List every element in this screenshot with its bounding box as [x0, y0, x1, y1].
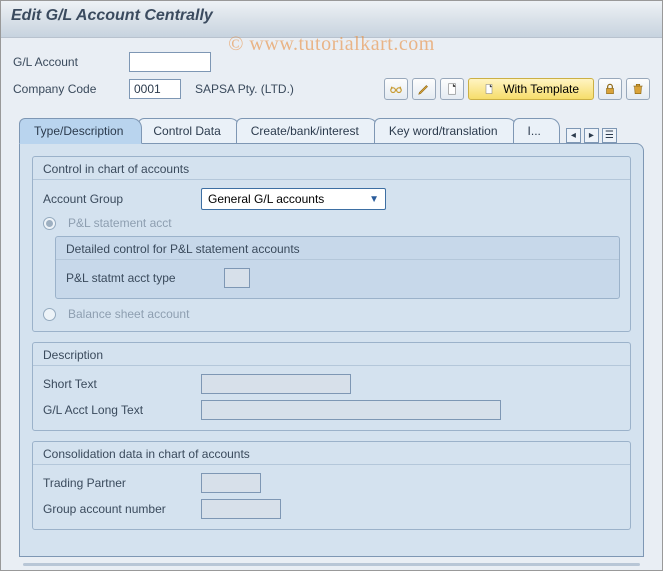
short-text-row: Short Text: [43, 374, 620, 394]
tab-nav: ◂ ▸ ☰: [566, 128, 617, 143]
balance-sheet-radio: [43, 308, 56, 321]
company-code-input[interactable]: [129, 79, 181, 99]
balance-sheet-radio-label: Balance sheet account: [68, 307, 189, 321]
group-control-chart-title: Control in chart of accounts: [33, 157, 630, 180]
page-icon: [483, 83, 495, 95]
chevron-right-icon: ▸: [589, 131, 594, 141]
group-description-content: Short Text G/L Acct Long Text: [33, 366, 630, 430]
delete-button[interactable]: [626, 78, 650, 100]
copy-button[interactable]: [440, 78, 464, 100]
page-title: Edit G/L Account Centrally: [11, 7, 652, 25]
tab-create-bank-interest[interactable]: Create/bank/interest: [236, 118, 378, 143]
tab-bar: Type/Description Control Data Create/ban…: [19, 118, 644, 143]
tab-next-button[interactable]: ▸: [584, 128, 599, 143]
chevron-down-icon: ▼: [369, 194, 379, 205]
tab-key-word-translation[interactable]: Key word/translation: [374, 118, 517, 143]
lock-icon: [603, 82, 617, 96]
balance-sheet-radio-row: Balance sheet account: [43, 307, 620, 321]
group-description: Description Short Text G/L Acct Long Tex…: [32, 342, 631, 431]
pencil-icon: [417, 82, 431, 96]
company-code-row: Company Code SAPSA Pty. (LTD.) With Temp…: [13, 78, 650, 100]
group-account-label: Group account number: [43, 502, 193, 516]
gl-account-row: G/L Account: [13, 52, 650, 72]
group-consolidation: Consolidation data in chart of accounts …: [32, 441, 631, 530]
short-text-label: Short Text: [43, 377, 193, 391]
trading-partner-row: Trading Partner: [43, 473, 620, 493]
lock-button[interactable]: [598, 78, 622, 100]
with-template-label: With Template: [503, 82, 579, 96]
titlebar: Edit G/L Account Centrally: [1, 1, 662, 38]
gl-account-input[interactable]: [129, 52, 211, 72]
group-control-chart: Control in chart of accounts Account Gro…: [32, 156, 631, 332]
long-text-input[interactable]: [201, 400, 501, 420]
chevron-left-icon: ◂: [571, 131, 576, 141]
gl-account-label: G/L Account: [13, 55, 123, 69]
tab-type-description[interactable]: Type/Description: [19, 118, 142, 144]
pl-statement-radio: [43, 217, 56, 230]
pl-type-label: P&L statmt acct type: [66, 271, 216, 285]
group-control-chart-content: Account Group General G/L accounts ▼ P&L…: [33, 180, 630, 331]
group-consolidation-content: Trading Partner Group account number: [33, 465, 630, 529]
pl-type-input: [224, 268, 250, 288]
account-group-label: Account Group: [43, 192, 193, 206]
tab-body: Control in chart of accounts Account Gro…: [19, 143, 644, 557]
trash-icon: [631, 82, 645, 96]
group-pl-detail: Detailed control for P&L statement accou…: [55, 236, 620, 299]
long-text-row: G/L Acct Long Text: [43, 400, 620, 420]
display-button[interactable]: [384, 78, 408, 100]
main-content: G/L Account Company Code SAPSA Pty. (LTD…: [1, 38, 662, 570]
pl-statement-radio-label: P&L statement acct: [68, 216, 172, 230]
edit-button[interactable]: [412, 78, 436, 100]
account-group-value: General G/L accounts: [208, 192, 324, 206]
group-description-title: Description: [33, 343, 630, 366]
glasses-icon: [389, 82, 403, 96]
tab-prev-button[interactable]: ◂: [566, 128, 581, 143]
pl-statement-radio-row: P&L statement acct: [43, 216, 620, 230]
header-toolbar: With Template: [384, 78, 650, 100]
group-consolidation-title: Consolidation data in chart of accounts: [33, 442, 630, 465]
list-icon: ☰: [605, 131, 614, 141]
trading-partner-input[interactable]: [201, 473, 261, 493]
company-code-label: Company Code: [13, 82, 123, 96]
bottom-divider: [23, 563, 640, 566]
account-group-row: Account Group General G/L accounts ▼: [43, 188, 620, 210]
tab-control-data[interactable]: Control Data: [138, 118, 239, 143]
group-account-input[interactable]: [201, 499, 281, 519]
group-pl-detail-title: Detailed control for P&L statement accou…: [56, 237, 619, 260]
company-code-description: SAPSA Pty. (LTD.): [195, 82, 294, 96]
group-pl-detail-content: P&L statmt acct type: [56, 260, 619, 298]
tab-strip: Type/Description Control Data Create/ban…: [19, 118, 644, 557]
short-text-input[interactable]: [201, 374, 351, 394]
long-text-label: G/L Acct Long Text: [43, 403, 193, 417]
with-template-button[interactable]: With Template: [468, 78, 594, 100]
page-icon: [445, 82, 459, 96]
pl-type-row: P&L statmt acct type: [66, 268, 609, 288]
tab-list-button[interactable]: ☰: [602, 128, 617, 143]
trading-partner-label: Trading Partner: [43, 476, 193, 490]
account-group-select[interactable]: General G/L accounts ▼: [201, 188, 386, 210]
tab-overflow[interactable]: I...: [513, 118, 560, 143]
group-account-row: Group account number: [43, 499, 620, 519]
